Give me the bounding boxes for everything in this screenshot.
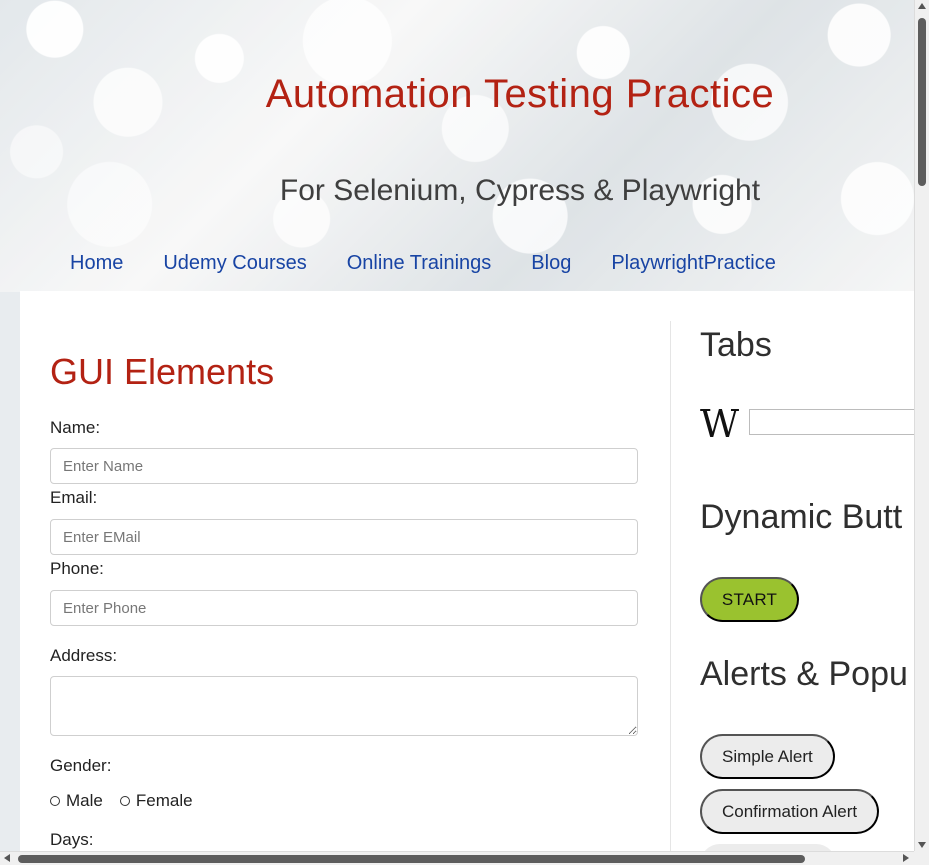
female-label: Female [135,791,193,810]
column-divider [670,321,671,851]
wikipedia-search-input[interactable] [749,409,914,435]
alerts-popups-title: Alerts & Popu [700,655,908,693]
address-textarea[interactable] [50,676,638,736]
name-label: Name: [50,418,101,437]
tabs-title: Tabs [700,326,772,364]
female-radio[interactable] [119,796,130,806]
horizontal-scroll-thumb[interactable] [18,855,805,863]
days-label: Days: [50,830,94,849]
nav-blog[interactable]: Blog [531,252,571,275]
scroll-up-arrow-icon[interactable] [918,3,926,9]
phone-input[interactable] [50,590,638,626]
page: Automation Testing Practice For Selenium… [0,0,914,851]
site-title: Automation Testing Practice [265,72,775,116]
male-radio[interactable] [50,796,60,806]
nav-online-trainings[interactable]: Online Trainings [347,252,492,275]
nav-home[interactable]: Home [70,252,123,275]
address-label: Address: [50,646,118,665]
name-input[interactable] [50,448,638,484]
male-label: Male [66,791,103,810]
scrollbar-corner [914,851,929,865]
nav-udemy-courses[interactable]: Udemy Courses [163,252,306,275]
main-navigation: Home Udemy Courses Online Trainings Blog… [70,252,776,275]
dynamic-button-title: Dynamic Butt [700,498,903,536]
gui-elements-title: GUI Elements [50,351,275,392]
gender-label: Gender: [50,756,112,775]
nav-playwright-practice[interactable]: PlaywrightPractice [611,252,776,275]
wikipedia-logo-icon: W [700,402,740,446]
vertical-scroll-thumb[interactable] [918,18,926,186]
main-content: GUI Elements Name: Email: Phone: Address… [20,291,914,851]
next-alert-button[interactable] [700,844,836,851]
simple-alert-button[interactable]: Simple Alert [700,734,835,779]
right-sidebar: Tabs W Dynamic Butt START Alerts & Popu … [700,291,914,851]
confirmation-alert-button[interactable]: Confirmation Alert [700,789,880,834]
gender-options: Male Female [50,791,193,811]
scroll-right-arrow-icon[interactable] [903,854,909,862]
start-button[interactable]: START [700,577,799,622]
email-label: Email: [50,488,98,507]
vertical-scrollbar[interactable] [914,0,929,851]
horizontal-scrollbar[interactable] [0,851,914,865]
scroll-down-arrow-icon[interactable] [918,842,926,848]
site-subtitle: For Selenium, Cypress & Playwright [279,174,761,207]
email-input[interactable] [50,519,638,555]
phone-label: Phone: [50,559,104,578]
scroll-left-arrow-icon[interactable] [4,854,10,862]
hero-banner [0,0,914,292]
